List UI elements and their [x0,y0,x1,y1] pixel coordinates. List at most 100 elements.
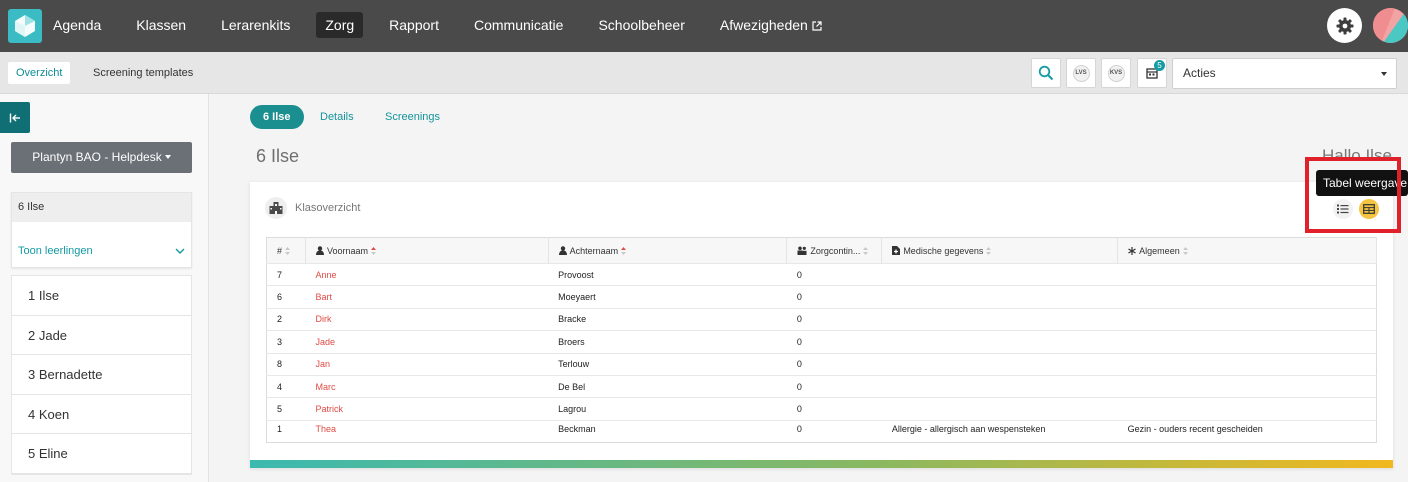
nav-rapport[interactable]: Rapport [380,12,448,38]
app-logo-icon[interactable] [8,9,42,43]
tab-class[interactable]: 6 Ilse [250,105,304,129]
student-item[interactable]: 5 Eline [12,434,191,474]
cell-zorgcontinuum: 0 [786,352,882,376]
cell-algemeen [1117,262,1377,286]
table-row[interactable]: 1 Thea Beckman 0 Allergie - allergisch a… [266,419,1377,443]
cell-number: 2 [266,307,306,331]
user-avatar[interactable] [1373,8,1408,43]
cell-voornaam-link[interactable]: Bart [305,285,549,309]
class-name: 6 Ilse [12,193,191,222]
cell-zorgcontinuum: 0 [786,419,882,443]
nav-afwezigheden[interactable]: Afwezigheden [711,12,831,38]
cell-algemeen [1117,397,1377,421]
student-item[interactable]: 4 Koen [12,395,191,434]
cell-medische-gegevens [881,285,1118,309]
cell-algemeen [1117,352,1377,376]
cell-achternaam: De Bel [548,374,787,398]
card-accent-bar [250,460,1393,468]
cell-algemeen [1117,307,1377,331]
medical-file-icon [892,245,901,255]
column-header-medische-gegevens[interactable]: Medische gegevens [881,237,1119,264]
cell-zorgcontinuum: 0 [786,330,882,354]
tab-details[interactable]: Details [307,105,367,129]
collapse-left-icon [9,113,20,122]
table-row[interactable]: 8 Jan Terlouw 0 [266,352,1377,376]
nav-afwezigheden-label: Afwezigheden [719,17,808,33]
cell-number: 4 [266,374,306,398]
settings-gear-icon[interactable] [1327,8,1362,43]
school-selector-button[interactable]: Plantyn BAO - Helpdesk [11,142,192,173]
cell-achternaam: Provoost [548,262,787,286]
sort-icon [986,247,992,256]
cell-zorgcontinuum: 0 [786,307,882,331]
page-title: 6 Ilse [256,146,300,166]
toggle-students-link[interactable]: Toon leerlingen [12,245,193,257]
cell-voornaam-link[interactable]: Thea [305,419,549,443]
cell-number: 8 [266,352,306,376]
cell-achternaam: Terlouw [548,352,787,376]
column-header-voornaam[interactable]: Voornaam [305,237,549,264]
tab-screenings[interactable]: Screenings [372,105,453,129]
cell-voornaam-link[interactable]: Jade [305,330,549,354]
cell-achternaam: Lagrou [548,397,787,421]
cell-zorgcontinuum: 0 [786,397,882,421]
table-row[interactable]: 5 Patrick Lagrou 0 [266,397,1377,421]
cell-voornaam-link[interactable]: Dirk [305,307,549,331]
column-header-number[interactable]: # [266,237,306,264]
table-row[interactable]: 2 Dirk Bracke 0 [266,307,1377,331]
collapse-sidebar-button[interactable] [0,102,30,133]
cell-voornaam-link[interactable]: Marc [305,374,549,398]
nav-agenda[interactable]: Agenda [44,12,110,38]
nav-klassen[interactable]: Klassen [127,12,195,38]
cell-voornaam-link[interactable]: Anne [305,262,549,286]
cell-algemeen [1117,374,1377,398]
cell-number: 3 [266,330,306,354]
nav-communicatie[interactable]: Communicatie [465,12,572,38]
cell-achternaam: Bracke [548,307,787,331]
cell-medische-gegevens [881,397,1118,421]
cell-number: 6 [266,285,306,309]
student-table: # Voornaam Achternaam Zorgcontin... Medi… [266,237,1377,444]
student-item[interactable]: 2 Jade [12,316,191,355]
sort-icon [285,247,291,256]
tab-screening-templates[interactable]: Screening templates [85,62,201,84]
student-item[interactable]: 3 Bernadette [12,355,191,395]
toggle-students-label: Toon leerlingen [18,245,93,257]
table-row[interactable]: 4 Marc De Bel 0 [266,374,1377,398]
column-label: Algemeen [1139,245,1180,256]
sort-asc-icon [371,247,376,256]
asterisk-icon [1128,246,1136,255]
nav-zorg[interactable]: Zorg [316,12,364,38]
column-header-achternaam[interactable]: Achternaam [548,237,788,264]
table-row[interactable]: 3 Jade Broers 0 [266,330,1377,354]
cell-medische-gegevens [881,307,1118,331]
nav-lerarenkits[interactable]: Lerarenkits [212,12,299,38]
table-row[interactable]: 7 Anne Provoost 0 [266,262,1377,286]
tab-overzicht[interactable]: Overzicht [8,62,71,84]
calendar-button[interactable]: 5 [1137,58,1167,88]
calendar-badge: 5 [1154,60,1165,71]
nav-schoolbeheer[interactable]: Schoolbeheer [589,12,693,38]
cell-voornaam-link[interactable]: Patrick [305,397,549,421]
card-header: Klasoverzicht [265,197,361,219]
search-button[interactable] [1031,58,1061,88]
student-item[interactable]: 1 Ilse [12,276,191,316]
card-title: Klasoverzicht [295,202,361,214]
column-label: Achternaam [569,245,619,256]
cell-achternaam: Beckman [548,419,787,443]
table-header-row: # Voornaam Achternaam Zorgcontin... Medi… [266,237,1377,264]
highlight-box [1305,157,1401,233]
cell-number: 1 [266,419,306,443]
table-row[interactable]: 6 Bart Moeyaert 0 [266,285,1377,309]
column-header-zorgcontinuum[interactable]: Zorgcontin... [786,237,883,264]
acties-dropdown[interactable]: Acties [1172,58,1397,89]
student-list: 1 Ilse 2 Jade 3 Bernadette 4 Koen 5 Elin… [11,275,192,475]
lvs-button[interactable]: LVS [1066,58,1096,88]
cell-zorgcontinuum: 0 [786,374,882,398]
cell-medische-gegevens [881,330,1118,354]
cell-voornaam-link[interactable]: Jan [305,352,549,376]
lvs-label: LVS [1072,64,1090,82]
cell-zorgcontinuum: 0 [786,285,882,309]
kvs-button[interactable]: KVS [1101,58,1131,88]
column-header-algemeen[interactable]: Algemeen [1117,237,1377,264]
